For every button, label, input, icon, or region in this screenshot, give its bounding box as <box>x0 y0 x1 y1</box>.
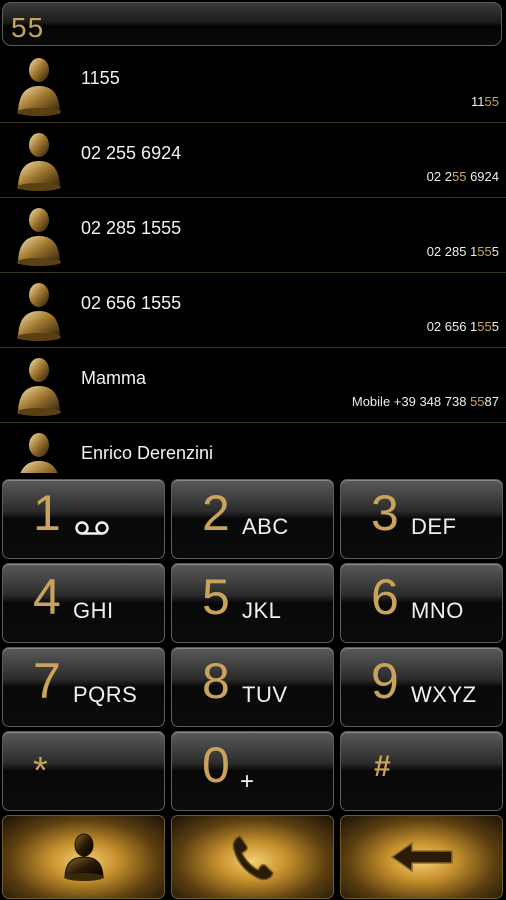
contact-name: 02 656 1555 <box>81 293 182 313</box>
contact-number: 1155 <box>471 94 499 109</box>
contact-avatar-icon <box>17 358 61 416</box>
dial-number-field[interactable]: 55 <box>2 2 502 46</box>
key-0-button[interactable]: 0 + <box>171 731 334 811</box>
key-3-button[interactable]: 3 DEF <box>340 479 503 559</box>
contact-row[interactable]: 02 255 6924 02 255 6924 <box>0 123 506 198</box>
key-star-button[interactable]: * <box>2 731 165 811</box>
contact-suggestion-list[interactable]: 1155 1155 02 255 6924 02 255 6924 02 285… <box>0 48 506 473</box>
key-digit: 6 <box>371 569 399 625</box>
key-digit: * <box>33 750 48 792</box>
key-digit: 7 <box>33 653 61 709</box>
contact-row[interactable]: Mamma Mobile +39 348 738 5587 <box>0 348 506 423</box>
contact-row[interactable]: 1155 1155 <box>0 48 506 123</box>
key-digit: 1 <box>33 485 61 541</box>
person-icon <box>63 833 104 881</box>
key-letters: TUV <box>242 682 288 707</box>
contact-avatar-icon <box>17 283 61 341</box>
key-letters: MNO <box>411 598 464 623</box>
key-6-button[interactable]: 6 MNO <box>340 563 503 643</box>
contact-avatar-icon <box>17 58 61 116</box>
key-2-button[interactable]: 2 ABC <box>171 479 334 559</box>
key-digit: 5 <box>202 569 230 625</box>
contact-number: Mobile +39 348 738 5587 <box>351 394 499 409</box>
key-letters: WXYZ <box>411 682 477 707</box>
voicemail-icon <box>75 521 109 535</box>
key-digit: 8 <box>202 653 230 709</box>
contact-name: 02 285 1555 <box>81 218 182 238</box>
key-letters: PQRS <box>73 682 138 707</box>
key-digit: # <box>374 750 391 783</box>
key-digit: 3 <box>371 485 399 541</box>
key-7-button[interactable]: 7 PQRS <box>2 647 165 727</box>
dialed-number-text: 55 <box>11 12 45 43</box>
key-digit: 0 <box>202 737 230 793</box>
contact-row[interactable]: Enrico Derenzini <box>0 423 506 473</box>
contact-name: 1155 <box>81 68 120 88</box>
key-digit: 9 <box>371 653 399 709</box>
key-8-button[interactable]: 8 TUV <box>171 647 334 727</box>
contact-row[interactable]: 02 656 1555 02 656 1555 <box>0 273 506 348</box>
dial-keypad: 1 2 ABC 3 DEF 4 GHI 5 JKL 6 MNO 7 PQRS 8… <box>0 475 506 900</box>
key-letters: ABC <box>242 514 289 539</box>
contact-avatar-icon <box>20 433 58 473</box>
contact-number: 02 255 6924 <box>426 169 499 184</box>
contact-number: 02 285 1555 <box>426 244 499 259</box>
backspace-button[interactable] <box>340 815 503 899</box>
backspace-arrow-icon <box>390 841 453 873</box>
contact-avatar-icon <box>17 208 61 266</box>
key-9-button[interactable]: 9 WXYZ <box>340 647 503 727</box>
call-button[interactable] <box>171 815 334 899</box>
contact-avatar-icon <box>17 133 61 191</box>
key-5-button[interactable]: 5 JKL <box>171 563 334 643</box>
key-digit: 2 <box>202 485 230 541</box>
key-digit: 4 <box>33 569 61 625</box>
key-letters: DEF <box>411 514 457 539</box>
contact-row[interactable]: 02 285 1555 02 285 1555 <box>0 198 506 273</box>
key-letters: GHI <box>73 598 114 623</box>
key-hash-button[interactable]: # <box>340 731 503 811</box>
key-1-button[interactable]: 1 <box>2 479 165 559</box>
phone-handset-icon <box>232 835 274 881</box>
contacts-button[interactable] <box>2 815 165 899</box>
contact-name: Enrico Derenzini <box>81 443 214 463</box>
contact-name: Mamma <box>81 368 147 388</box>
contact-number: 02 656 1555 <box>426 319 499 334</box>
key-letters: JKL <box>242 598 282 623</box>
key-4-button[interactable]: 4 GHI <box>2 563 165 643</box>
key-letters: + <box>240 768 255 795</box>
contact-name: 02 255 6924 <box>81 143 182 163</box>
